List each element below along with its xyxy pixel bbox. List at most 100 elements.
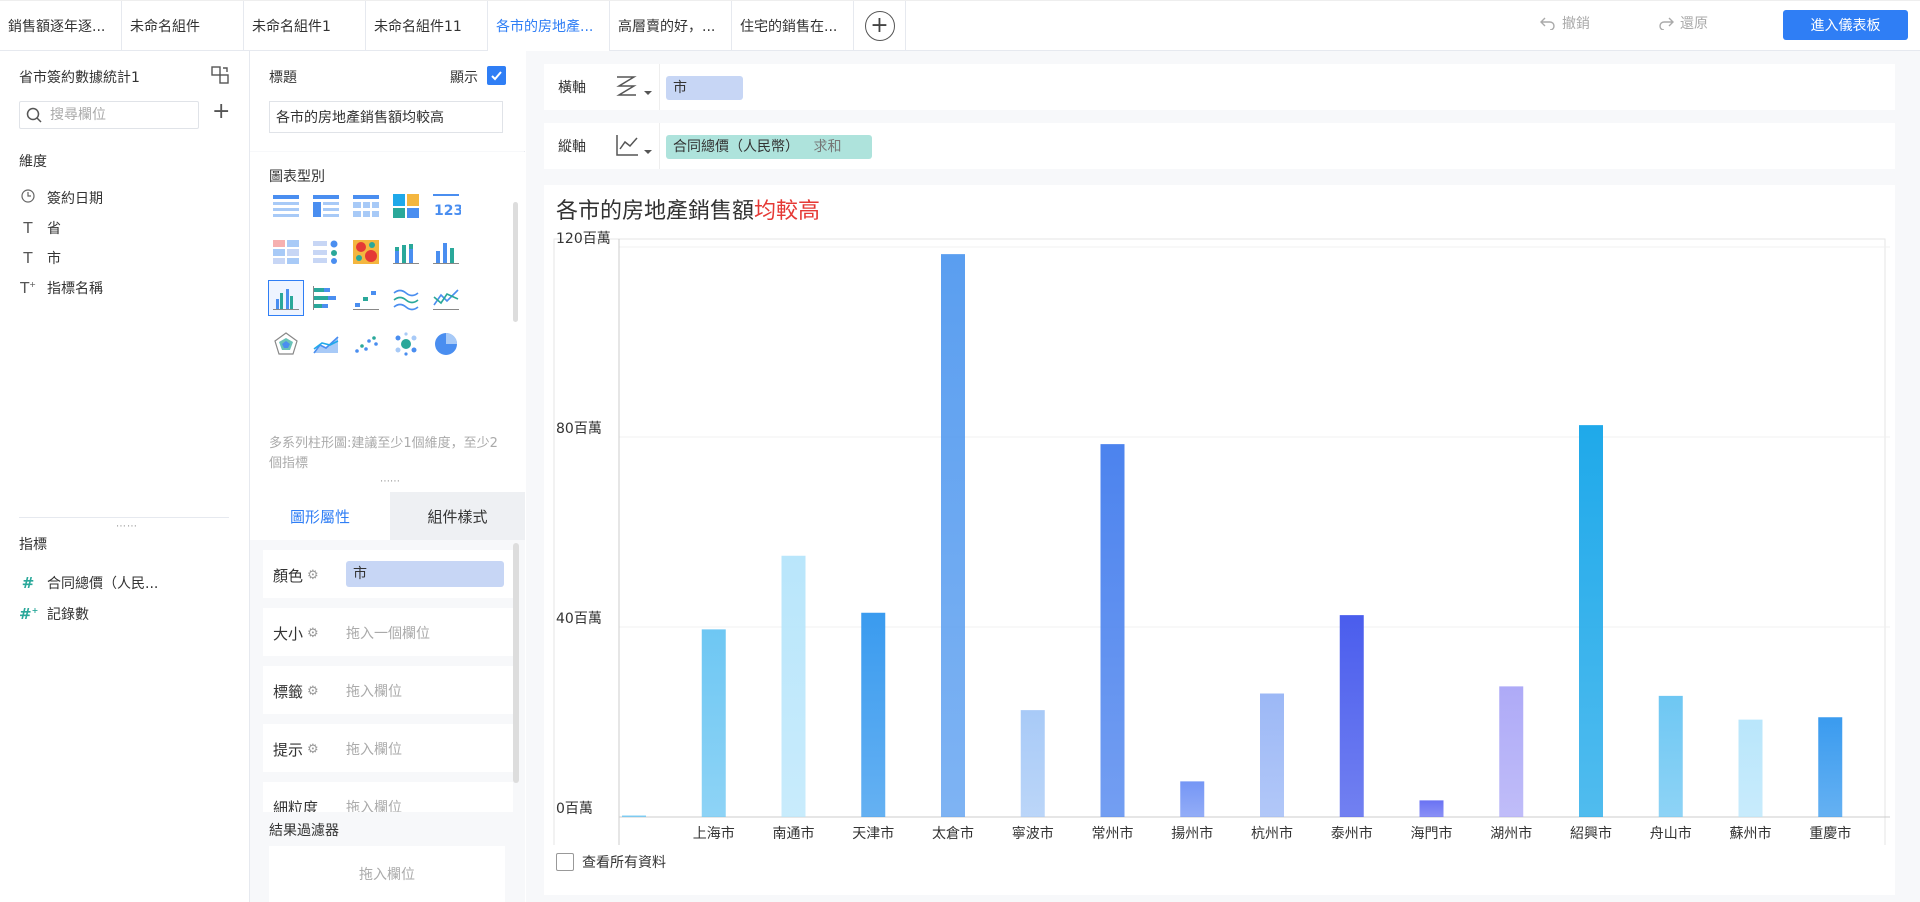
field-label: 省 — [47, 221, 61, 237]
gear-icon[interactable]: ⚙ — [307, 684, 319, 699]
undo-button[interactable]: 撤銷 — [1540, 13, 1590, 33]
tab-graph-properties[interactable]: 圖形屬性 — [250, 492, 390, 540]
waterfall-chart-icon[interactable] — [348, 280, 384, 316]
line-chart-icon[interactable] — [428, 280, 464, 316]
y-field-aggregation: 求和 — [813, 139, 842, 155]
x-tick-label: 泰州市 — [1331, 825, 1373, 842]
cross-table-icon[interactable] — [348, 188, 384, 224]
show-title-checkbox[interactable] — [487, 66, 506, 85]
search-field-box[interactable] — [19, 101, 199, 129]
field-item-sign-date[interactable]: 簽約日期 — [19, 187, 103, 209]
pie-chart-icon[interactable] — [428, 326, 464, 362]
result-filter-drop-zone[interactable]: 拖入欄位 — [269, 846, 505, 902]
prop-size[interactable]: 大小 ⚙ 拖入一個欄位 — [263, 608, 513, 656]
field-item-province[interactable]: T 省 — [19, 217, 61, 239]
prop-granularity[interactable]: 細粒度 拖入欄位 — [263, 782, 513, 812]
prop-granularity-label: 細粒度 — [273, 797, 318, 812]
x-axis-field-pill[interactable]: 市 — [666, 76, 743, 100]
treemap-chart-icon[interactable] — [388, 188, 424, 224]
y-axis-field-pill[interactable]: 合同總價（人民幣） 求和 — [666, 135, 872, 159]
prop-label[interactable]: 標籤 ⚙ 拖入欄位 — [263, 666, 513, 714]
prop-color-field-pill[interactable]: 市 — [346, 561, 504, 587]
prop-tooltip-label: 提示 ⚙ — [273, 739, 319, 760]
kpi-number-icon[interactable]: 123 — [428, 188, 464, 224]
bar[interactable] — [941, 254, 965, 817]
bar[interactable] — [1818, 717, 1843, 817]
tab-bar: 銷售額逐年逐... 未命名組件 未命名組件1 未命名組件11 各市的房地產...… — [0, 0, 1920, 51]
prop-granularity-drop-zone[interactable]: 拖入欄位 — [346, 797, 402, 812]
y-axis-type-icon[interactable] — [614, 133, 654, 159]
tab-highrise-sells[interactable]: 高層賣的好，... — [610, 1, 732, 51]
dot-table-icon[interactable] — [308, 234, 344, 270]
redo-button[interactable]: 還原 — [1658, 13, 1708, 33]
heatmap-chart-icon[interactable] — [348, 234, 384, 270]
bar[interactable] — [1100, 444, 1125, 817]
tab-component-style[interactable]: 組件樣式 — [390, 492, 525, 540]
field-item-indicator-name[interactable]: T+ 指標名稱 — [19, 277, 103, 299]
prop-size-drop-zone[interactable]: 拖入一個欄位 — [346, 623, 430, 643]
gear-icon[interactable]: ⚙ — [307, 742, 319, 757]
config-panel: 標題 顯示 圖表型別 123 多系列柱形圖:建議至少1個維度，至少2個 — [250, 51, 525, 902]
bar[interactable] — [1260, 693, 1284, 818]
gear-icon[interactable]: ⚙ — [307, 626, 319, 641]
bar[interactable] — [1738, 719, 1763, 817]
bar[interactable] — [1499, 686, 1524, 817]
y-axis-shelf: 縱軸 合同總價（人民幣） 求和 — [544, 123, 1895, 169]
search-input[interactable] — [50, 107, 180, 123]
resize-grip-icon[interactable]: ⋯⋯ — [380, 476, 400, 487]
resize-grip-icon[interactable]: ⋯⋯ — [116, 521, 138, 532]
bar[interactable] — [622, 815, 646, 817]
enter-dashboard-button[interactable]: 進入儀表板 — [1783, 10, 1908, 40]
prop-color-label: 顏色 ⚙ — [273, 565, 319, 586]
bubble-chart-icon[interactable] — [388, 326, 424, 362]
field-item-record-count[interactable]: #+ 記錄數 — [19, 603, 89, 625]
tab-label: 未命名組件 — [130, 19, 200, 35]
bar[interactable] — [701, 629, 726, 817]
area-chart-icon[interactable] — [308, 326, 344, 362]
tab-unnamed-component-1[interactable]: 未命名組件1 — [244, 1, 366, 51]
chart-card: 0百萬 40百萬 80百萬 120百萬 上海市 南通市 天津市 太倉市 寧波市 常州市 揚州市 杭州市… — [544, 185, 1895, 895]
gear-icon[interactable]: ⚙ — [307, 568, 319, 583]
field-item-contract-total[interactable]: # 合同總價（人民... — [19, 572, 159, 594]
bar[interactable] — [781, 555, 806, 817]
chart-type-scrollbar[interactable] — [513, 202, 518, 322]
tab-sales-yearly[interactable]: 銷售額逐年逐... — [0, 1, 122, 51]
check-icon — [491, 71, 502, 81]
bar-chart-icon[interactable] — [428, 234, 464, 270]
tab-unnamed-component[interactable]: 未命名組件 — [122, 1, 244, 51]
title-config: 標題 顯示 — [250, 51, 525, 151]
bar[interactable] — [1339, 615, 1364, 817]
x-axis-type-icon[interactable] — [614, 74, 654, 100]
scatter-chart-icon[interactable] — [348, 326, 384, 362]
tab-residential-sales[interactable]: 住宅的銷售在... — [732, 1, 854, 51]
prop-label-drop-zone[interactable]: 拖入欄位 — [346, 681, 402, 701]
prop-tooltip[interactable]: 提示 ⚙ 拖入欄位 — [263, 724, 513, 772]
properties-scrollbar[interactable] — [513, 543, 519, 783]
chart-type-picker: 圖表型別 123 多系列柱形圖:建議至少1個維度，至少2個指標 ⋯⋯ — [250, 152, 525, 492]
kpi-grid-icon[interactable] — [268, 234, 304, 270]
bar[interactable] — [861, 612, 886, 817]
table-chart-icon[interactable] — [268, 188, 304, 224]
bar[interactable] — [1180, 781, 1205, 817]
grouped-table-icon[interactable] — [308, 188, 344, 224]
bar[interactable] — [1658, 695, 1683, 817]
tab-city-realestate[interactable]: 各市的房地產... — [488, 1, 610, 51]
bar[interactable] — [1020, 710, 1045, 817]
view-all-data-toggle[interactable]: 查看所有資料 — [556, 852, 666, 872]
prop-tooltip-drop-zone[interactable]: 拖入欄位 — [346, 739, 402, 759]
add-tab-button[interactable]: + — [854, 1, 906, 51]
title-input[interactable] — [269, 101, 503, 133]
switch-dataset-icon[interactable] — [210, 65, 230, 85]
horizontal-bar-icon[interactable] — [308, 280, 344, 316]
multi-series-bar-icon[interactable] — [268, 280, 304, 316]
add-field-plus-icon[interactable]: + — [212, 101, 230, 123]
radar-chart-icon[interactable] — [268, 326, 304, 362]
bar[interactable] — [1419, 800, 1444, 817]
field-item-city[interactable]: T 市 — [19, 247, 61, 269]
stacked-bar-icon[interactable] — [388, 234, 424, 270]
view-all-checkbox[interactable] — [556, 853, 574, 871]
bar[interactable] — [1579, 425, 1603, 817]
multi-line-icon[interactable] — [388, 280, 424, 316]
prop-color[interactable]: 顏色 ⚙ 市 — [263, 550, 513, 598]
tab-unnamed-component-11[interactable]: 未命名組件11 — [366, 1, 488, 51]
